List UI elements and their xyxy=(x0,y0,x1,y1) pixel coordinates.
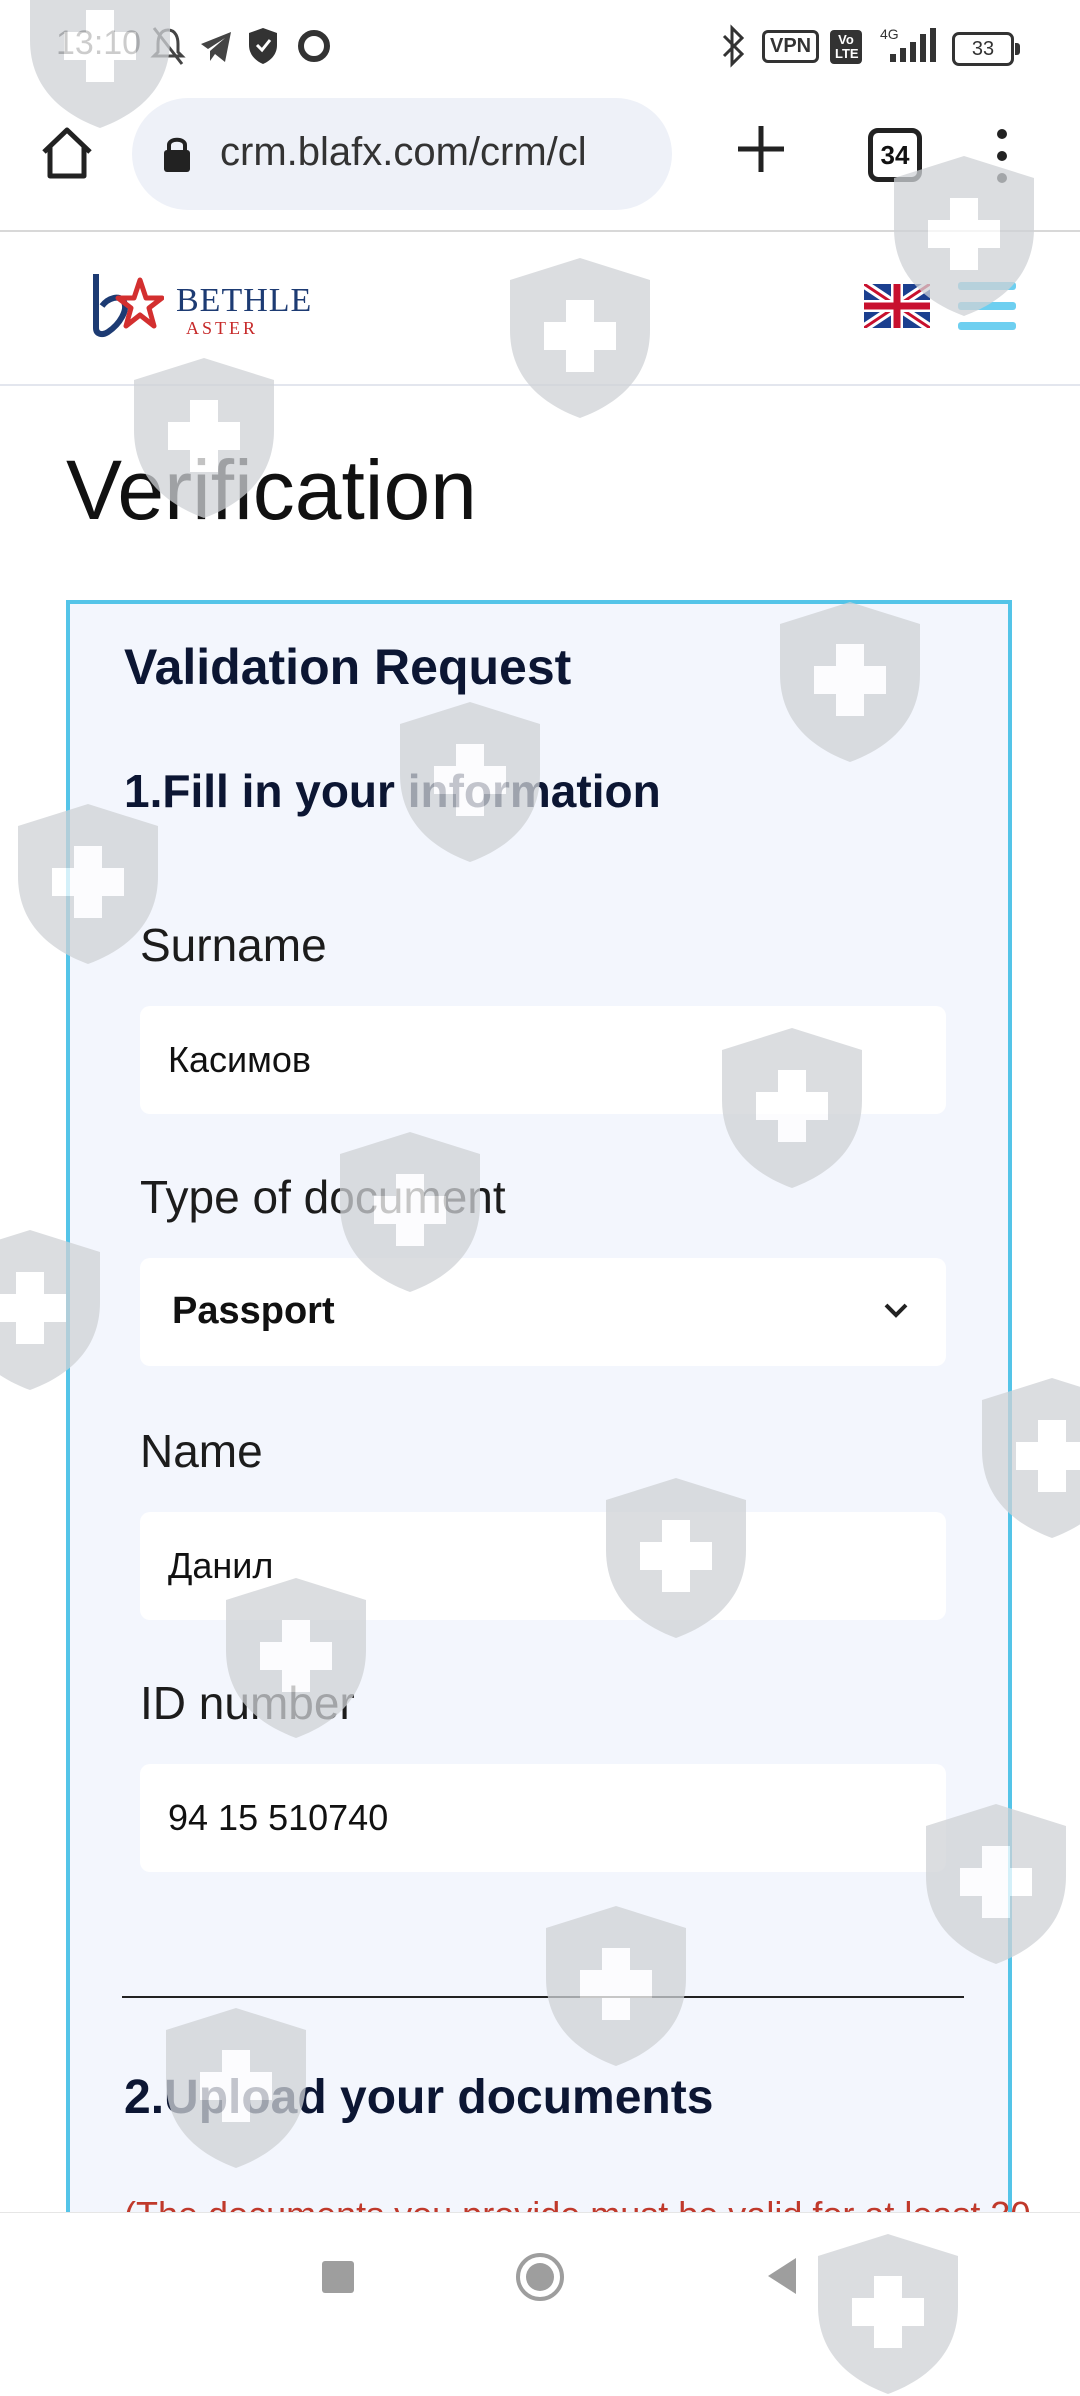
signal-icon xyxy=(890,28,936,62)
nav-home-icon[interactable] xyxy=(514,2251,566,2303)
page-title: Verification xyxy=(66,443,477,537)
telegram-icon xyxy=(201,32,231,62)
address-bar[interactable]: crm.blafx.com/crm/cl xyxy=(132,98,672,210)
chevron-down-icon xyxy=(884,1303,908,1318)
step2-title: 2.Upload your documents xyxy=(124,2071,714,2124)
home-icon[interactable] xyxy=(36,122,98,184)
uk-flag-icon[interactable] xyxy=(864,284,930,328)
surname-input[interactable] xyxy=(140,1006,946,1114)
status-time: 13:10 xyxy=(56,24,142,62)
id-number-input[interactable] xyxy=(140,1764,946,1872)
logo-text: BETHLE xyxy=(176,282,313,319)
doc-type-select[interactable]: Passport xyxy=(140,1258,946,1366)
circle-icon xyxy=(298,30,330,62)
lock-icon xyxy=(164,137,190,172)
new-tab-plus-icon[interactable] xyxy=(734,122,788,176)
vpn-badge: VPN xyxy=(762,30,820,63)
more-vert-icon[interactable] xyxy=(992,126,1012,186)
name-input[interactable] xyxy=(140,1512,946,1620)
hamburger-icon[interactable] xyxy=(958,282,1016,330)
android-nav-bar xyxy=(0,2212,1080,2341)
tab-switcher-button[interactable]: 34 xyxy=(868,128,922,182)
url-text: crm.blafx.com/crm/cl xyxy=(220,130,587,174)
bluetooth-icon xyxy=(722,24,745,68)
step1-title: 1.Fill in your information xyxy=(124,765,661,817)
shield-status-icon xyxy=(249,28,277,64)
browser-toolbar: crm.blafx.com/crm/cl 34 xyxy=(0,92,1080,232)
doc-type-label: Type of document xyxy=(140,1171,506,1223)
volte-badge: Vo LTE xyxy=(830,30,862,64)
validation-card: Validation Request 1.Fill in your inform… xyxy=(66,600,1030,2340)
logo-subtext: ASTER xyxy=(186,318,259,338)
section-divider xyxy=(122,1996,964,1998)
status-bar: 13:10 VPN Vo LTE 4G 33 xyxy=(0,0,1080,92)
mute-icon xyxy=(150,27,186,65)
recents-button[interactable] xyxy=(322,2261,354,2293)
surname-label: Surname xyxy=(140,919,327,971)
site-header: BETHLE ASTER xyxy=(0,232,1080,386)
card-heading: Validation Request xyxy=(124,639,572,695)
battery-indicator: 33 xyxy=(952,32,1020,66)
name-label: Name xyxy=(140,1425,263,1477)
back-icon[interactable] xyxy=(764,2255,800,2297)
id-number-label: ID number xyxy=(140,1677,355,1729)
doc-type-value: Passport xyxy=(172,1290,335,1332)
logo-icon[interactable] xyxy=(88,270,164,342)
